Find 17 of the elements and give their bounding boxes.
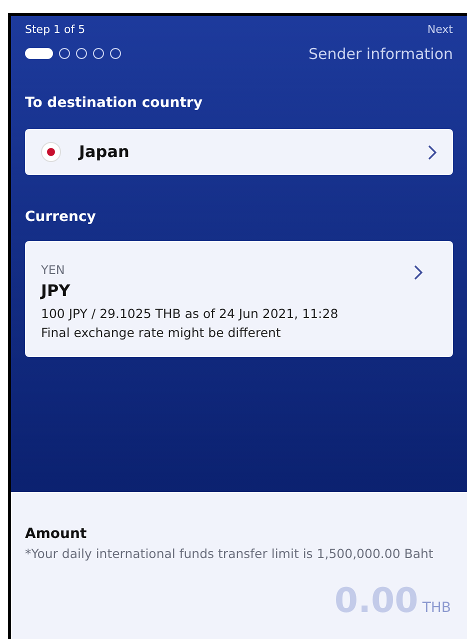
chevron-right-icon (414, 265, 423, 280)
step-counter: Step 1 of 5 (25, 22, 86, 38)
japan-flag-icon (41, 142, 61, 162)
amount-label: Amount (25, 525, 88, 544)
currency-card[interactable]: YEN JPY 100 JPY / 29.1025 THB as of 24 Jun 2021, 11:28 Final exchange rate might be different (25, 241, 453, 356)
next-step-title: Sender information (308, 44, 453, 64)
rate-note: Final exchange rate might be different (41, 324, 282, 342)
section-title: To destination country (25, 94, 204, 113)
currency-name: YEN (41, 262, 66, 279)
next-label: Next (427, 22, 453, 38)
country-selector[interactable]: Japan (25, 129, 453, 175)
section-title: Currency (25, 208, 97, 227)
currency-code: JPY (41, 280, 72, 302)
currency-unit: THB (422, 599, 451, 618)
chevron-right-icon (428, 144, 437, 160)
exchange-rate: 100 JPY / 29.1025 THB as of 24 Jun 2021, 11:28 (41, 305, 340, 323)
limit-note: *Your daily international funds transfer limit is 1,500,000.00 Baht (25, 545, 434, 562)
